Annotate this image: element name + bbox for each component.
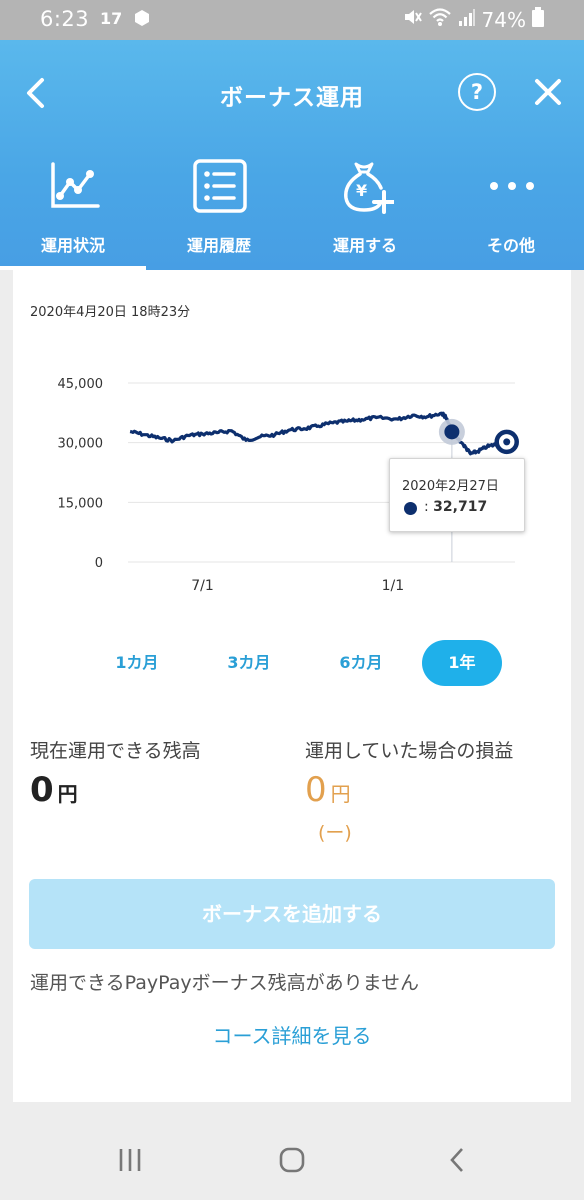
balance-unit: 円 — [57, 782, 78, 806]
profit-loss-number: 0 — [305, 770, 327, 810]
y-tick-label: 45,000 — [58, 377, 104, 392]
balance-number: 0 — [30, 770, 54, 810]
status-bar: 6:23 17 74% — [0, 0, 584, 40]
tooltip-separator: : — [424, 499, 429, 515]
period-selector: 1カ月 3カ月 6カ月 1年 — [13, 640, 571, 686]
highlight-point — [444, 424, 460, 440]
tab-history[interactable]: 運用履歴 — [146, 150, 292, 270]
tab-status[interactable]: 運用状況 — [0, 150, 146, 270]
tab-other[interactable]: その他 — [438, 150, 584, 270]
profit-loss-label: 運用していた場合の損益 — [305, 740, 514, 762]
series-marker — [404, 502, 417, 515]
balance-value: 0円 — [30, 770, 78, 810]
back-nav-button[interactable] — [444, 1146, 472, 1178]
current-point-center — [503, 438, 511, 446]
profit-loss-value: 0円 — [305, 770, 351, 810]
notification-count: 17 — [100, 9, 123, 28]
balance-label: 現在運用できる残高 — [30, 740, 201, 762]
y-tick-label: 0 — [95, 556, 103, 571]
chart-tooltip: 2020年2月27日 : 32,717 — [389, 458, 525, 532]
recent-apps-button[interactable] — [116, 1146, 144, 1178]
home-button[interactable] — [278, 1146, 306, 1178]
help-button[interactable]: ? — [458, 73, 496, 111]
content-card: 2020年4月20日 18時23分 45,000 30,000 15,000 0 7/1… — [13, 270, 571, 1102]
period-1-month[interactable]: 1カ月 — [95, 640, 179, 686]
y-tick-label: 15,000 — [58, 496, 104, 511]
tooltip-value: : 32,717 — [424, 499, 487, 515]
tab-bar: 運用状況 運用履歴 ¥ 運用する その他 — [0, 150, 584, 270]
tab-label: 運用する — [332, 236, 397, 255]
signal-icon — [458, 7, 476, 32]
course-detail-link[interactable]: コース詳細を見る — [13, 1020, 571, 1049]
wifi-icon — [428, 7, 452, 32]
tab-invest[interactable]: ¥ 運用する — [292, 150, 438, 270]
y-tick-label: 30,000 — [58, 437, 104, 452]
period-1-year[interactable]: 1年 — [422, 640, 502, 686]
battery-percent: 74% — [481, 7, 526, 32]
tab-label: その他 — [486, 236, 535, 255]
profit-loss-unit: 円 — [330, 782, 351, 806]
more-dots-icon — [484, 158, 540, 214]
app-header: ボーナス運用 ? 運用状況 運用履歴 ¥ 運用する その他 — [0, 40, 584, 270]
add-bonus-button[interactable]: ボーナスを追加する — [29, 879, 555, 949]
mute-icon — [402, 7, 422, 32]
tab-label: 運用状況 — [40, 236, 105, 255]
close-button[interactable] — [532, 76, 564, 108]
x-tick-label: 7/1 — [191, 578, 214, 594]
x-tick-label: 1/1 — [382, 578, 405, 594]
profit-loss-rate: (ー) — [318, 822, 352, 844]
system-nav-bar — [0, 1120, 584, 1200]
no-balance-note: 運用できるPayPayボーナス残高がありません — [30, 972, 420, 994]
app-notification-icon — [132, 8, 152, 32]
period-6-months[interactable]: 6カ月 — [319, 640, 403, 686]
page-title: ボーナス運用 — [220, 85, 364, 111]
chart-timestamp: 2020年4月20日 18時23分 — [30, 305, 191, 320]
status-time: 6:23 — [40, 7, 90, 31]
tooltip-date: 2020年2月27日 — [402, 479, 499, 494]
period-3-months[interactable]: 3カ月 — [207, 640, 291, 686]
list-icon — [192, 158, 248, 214]
line-chart-icon — [46, 158, 102, 214]
tooltip-value-number: 32,717 — [433, 499, 488, 515]
tab-label: 運用履歴 — [186, 236, 251, 255]
svg-text:¥: ¥ — [356, 181, 367, 200]
money-bag-plus-icon: ¥ — [338, 158, 396, 214]
battery-icon — [532, 7, 544, 32]
